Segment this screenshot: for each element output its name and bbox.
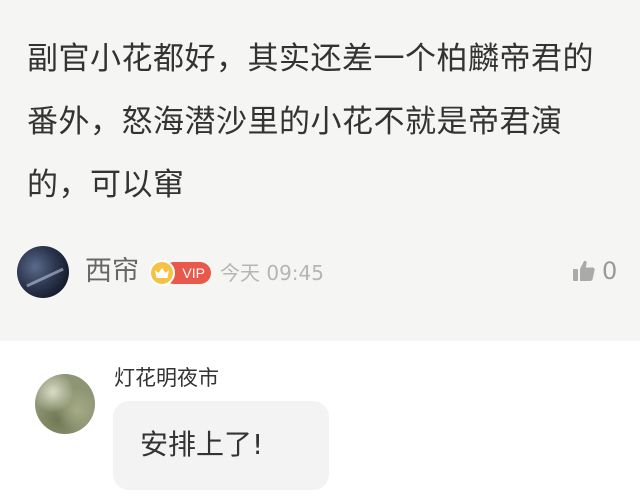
reply-text: 安排上了! xyxy=(140,428,264,461)
reply-username[interactable]: 灯花明夜市 xyxy=(114,363,219,393)
comment-card: 副官小花都好，其实还差一个柏麟帝君的番外，怒海潜沙里的小花不就是帝君演的，可以窜… xyxy=(0,0,640,341)
comment-text: 副官小花都好，其实还差一个柏麟帝君的番外，怒海潜沙里的小花不就是帝君演的，可以窜 xyxy=(27,41,594,203)
like-count: 0 xyxy=(602,257,618,285)
reply-bubble: 安排上了! xyxy=(113,401,329,490)
crown-icon xyxy=(149,260,175,286)
reply-item: 灯花明夜市 安排上了! xyxy=(0,341,640,501)
username[interactable]: 西帘 xyxy=(85,254,139,290)
reply-avatar[interactable] xyxy=(35,374,95,434)
avatar[interactable] xyxy=(17,246,69,298)
vip-badge: VIP xyxy=(149,260,213,286)
thumbs-up-icon xyxy=(573,260,595,281)
timestamp: 今天 09:45 xyxy=(220,261,324,285)
like-button[interactable]: 0 xyxy=(571,256,627,288)
comment-meta: 西帘 VIP 今天 09:45 0 xyxy=(17,246,627,300)
